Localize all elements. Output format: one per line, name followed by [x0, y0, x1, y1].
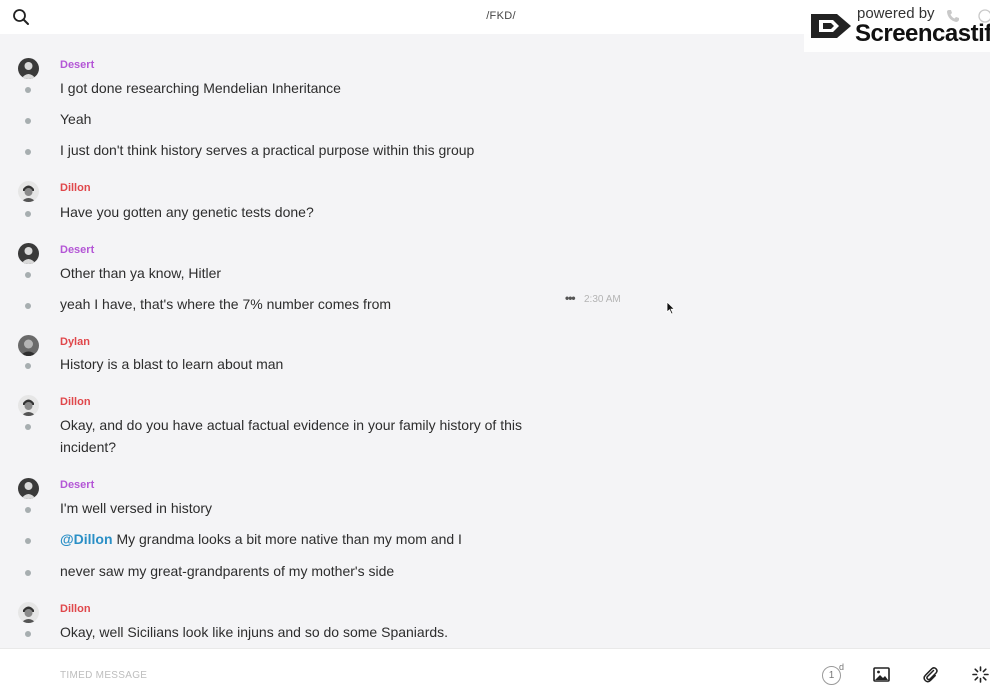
- sender-name[interactable]: Desert: [60, 59, 94, 71]
- avatar[interactable]: [18, 395, 39, 416]
- sender-name[interactable]: Dylan: [60, 336, 90, 348]
- attach-button[interactable]: [922, 666, 940, 684]
- paperclip-icon: [923, 667, 938, 683]
- timer-button[interactable]: 1 d: [822, 662, 846, 686]
- user-avatar-icon: [18, 335, 39, 356]
- message-text: I got done researching Mendelian Inherit…: [60, 80, 341, 96]
- options-button[interactable]: [972, 666, 990, 684]
- message-text: @Dillon My grandma looks a bit more nati…: [60, 529, 560, 551]
- user-avatar-icon: [18, 395, 39, 416]
- sender-name[interactable]: Dillon: [60, 396, 91, 408]
- mouse-cursor-icon: [666, 301, 676, 315]
- message-more-button[interactable]: •••: [565, 291, 576, 305]
- message-text: Okay, and do you have actual factual evi…: [60, 417, 522, 455]
- composer-bar: 1 d: [0, 648, 990, 700]
- user-avatar-icon: [18, 243, 39, 264]
- message-text: I'm well versed in history: [60, 500, 213, 516]
- image-icon: [873, 667, 890, 682]
- message-list: Desert I got done researching Mendelian …: [0, 34, 990, 648]
- user-avatar-icon: [18, 602, 39, 623]
- status-dot: [25, 149, 31, 155]
- image-button[interactable]: [873, 666, 891, 684]
- message-text: never saw my great-grandparents of my mo…: [60, 563, 395, 579]
- status-dot: [25, 211, 31, 217]
- status-dot: [25, 303, 31, 309]
- sender-name[interactable]: Dillon: [60, 603, 91, 615]
- status-dot: [25, 570, 31, 576]
- message-text: Okay, well Sicilians look like injuns an…: [60, 624, 449, 640]
- avatar[interactable]: [18, 602, 39, 623]
- message-text: yeah I have, that's where the 7% number …: [60, 296, 392, 312]
- message-text: Have you gotten any genetic tests done?: [60, 204, 314, 220]
- status-dot: [25, 538, 31, 544]
- message-text: I just don't think history serves a prac…: [60, 142, 475, 158]
- timer-unit: d: [839, 662, 845, 672]
- avatar[interactable]: [18, 478, 39, 499]
- status-dot: [25, 507, 31, 513]
- loading-spinner-icon: [972, 666, 989, 683]
- message-input[interactable]: [60, 663, 780, 687]
- avatar[interactable]: [18, 335, 39, 356]
- message-text: History is a blast to learn about man: [60, 356, 284, 372]
- avatar[interactable]: [18, 181, 39, 202]
- avatar[interactable]: [18, 58, 39, 79]
- sender-name[interactable]: Desert: [60, 479, 94, 491]
- sender-name[interactable]: Dillon: [60, 182, 91, 194]
- info-icon: [978, 9, 990, 23]
- status-dot: [25, 118, 31, 124]
- user-avatar-icon: [18, 58, 39, 79]
- message-body: My grandma looks a bit more native than …: [116, 531, 462, 547]
- sender-name[interactable]: Desert: [60, 244, 94, 256]
- status-dot: [25, 87, 31, 93]
- status-dot: [25, 272, 31, 278]
- more-options-icon: •••: [565, 291, 576, 305]
- message-text: Other than ya know, Hitler: [60, 265, 222, 281]
- user-mention[interactable]: @Dillon: [60, 531, 113, 547]
- status-dot: [25, 631, 31, 637]
- message-timestamp: 2:30 AM: [584, 294, 621, 305]
- status-dot: [25, 424, 31, 430]
- user-avatar-icon: [18, 478, 39, 499]
- status-dot: [25, 363, 31, 369]
- phone-icon: [947, 10, 959, 22]
- message-text: Yeah: [60, 111, 92, 127]
- avatar[interactable]: [18, 243, 39, 264]
- user-avatar-icon: [18, 181, 39, 202]
